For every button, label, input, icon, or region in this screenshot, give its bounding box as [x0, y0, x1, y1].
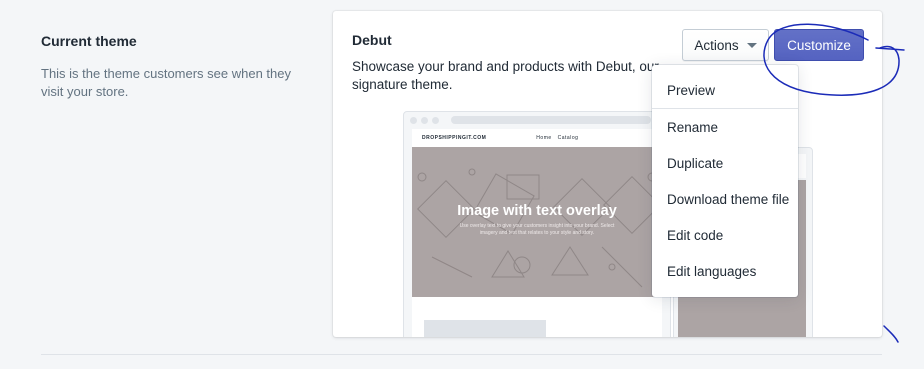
actions-button[interactable]: Actions	[682, 29, 769, 61]
actions-button-label: Actions	[694, 37, 739, 53]
menu-item-rename[interactable]: Rename	[652, 109, 798, 145]
preview-hero-subtitle: Use overlay text to give your customers …	[459, 223, 615, 236]
preview-nav-link: Catalog	[557, 135, 579, 141]
browser-dot	[432, 116, 439, 124]
caret-down-icon	[746, 42, 757, 48]
preview-store-name: DROPSHIPPINGIT.COM	[422, 135, 487, 141]
menu-item-duplicate[interactable]: Duplicate	[652, 145, 798, 181]
preview-nav-link: Home	[536, 135, 552, 141]
current-theme-section: Current theme This is the theme customer…	[41, 32, 301, 101]
hero-illustration-icon	[417, 168, 661, 288]
browser-chrome	[404, 112, 670, 128]
menu-item-download-theme-file[interactable]: Download theme file	[652, 181, 798, 217]
actions-menu: Preview Rename Duplicate Download theme …	[652, 65, 798, 297]
preview-content-block	[424, 320, 546, 337]
section-title: Current theme	[41, 33, 137, 49]
preview-page: DROPSHIPPINGIT.COM Home Catalog Image wi…	[412, 129, 662, 337]
browser-dot	[421, 116, 428, 124]
customize-button[interactable]: Customize	[774, 29, 864, 61]
browser-dot	[410, 116, 417, 124]
menu-item-preview[interactable]: Preview	[652, 65, 798, 109]
preview-hero-image: Image with text overlay Use overlay text…	[412, 147, 662, 297]
preview-hero-title: Image with text overlay	[457, 203, 617, 219]
browser-url-bar	[451, 116, 651, 124]
menu-item-edit-languages[interactable]: Edit languages	[652, 253, 798, 289]
preview-nav: DROPSHIPPINGIT.COM Home Catalog	[412, 129, 662, 147]
desktop-preview: DROPSHIPPINGIT.COM Home Catalog Image wi…	[403, 111, 671, 337]
theme-description: Showcase your brand and products with De…	[352, 59, 659, 92]
theme-card: Debut Showcase your brand and products w…	[333, 11, 882, 337]
section-description: This is the theme customers see when the…	[41, 66, 292, 99]
theme-name: Debut	[352, 32, 392, 48]
section-divider	[41, 354, 882, 355]
menu-item-edit-code[interactable]: Edit code	[652, 217, 798, 253]
